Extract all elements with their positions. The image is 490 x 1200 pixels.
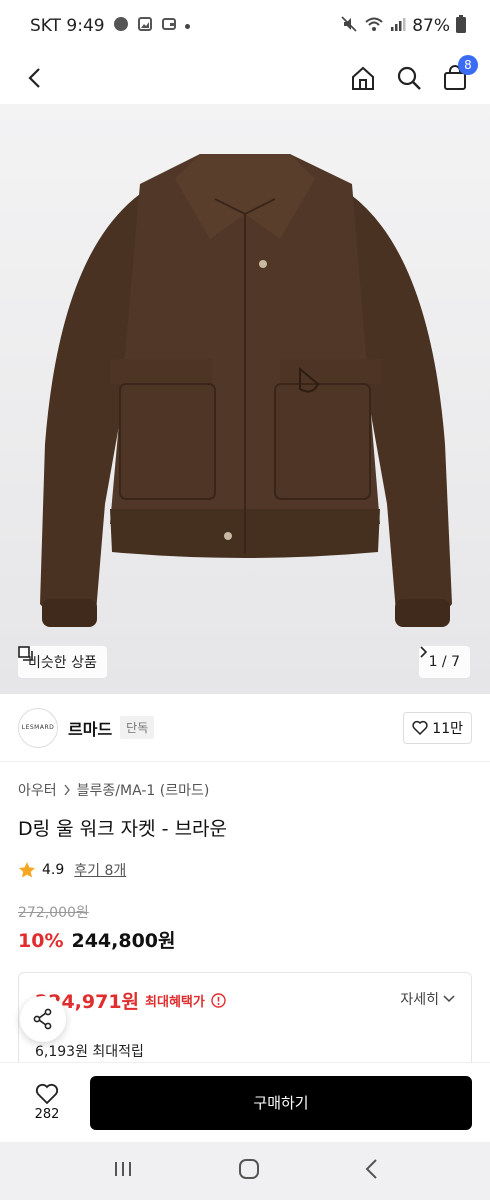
app-header: 8 bbox=[0, 52, 490, 104]
search-icon bbox=[397, 66, 421, 90]
bottom-action-bar: 282 구매하기 bbox=[0, 1062, 490, 1142]
benefit-detail-label: 자세히 bbox=[400, 992, 439, 1008]
share-icon bbox=[33, 1008, 52, 1030]
breadcrumb-subcategory[interactable]: 블루종/MA-1 (르마드) bbox=[77, 780, 210, 800]
original-price: 272,000원 bbox=[18, 905, 89, 921]
home-nav-button[interactable] bbox=[238, 1158, 260, 1184]
similar-products-icon bbox=[18, 646, 33, 661]
talk-notification-icon bbox=[113, 16, 129, 37]
signal-icon bbox=[390, 16, 406, 37]
exclusive-badge: 단독 bbox=[120, 716, 155, 739]
jacket-product-image bbox=[40, 154, 452, 627]
wishlist-count: 282 bbox=[34, 1107, 60, 1122]
breadcrumb: 아우터 블루종/MA-1 (르마드) bbox=[18, 780, 209, 800]
image-pager-label: 1 / 7 bbox=[428, 654, 460, 670]
heart-icon bbox=[412, 720, 428, 735]
mute-icon bbox=[340, 15, 358, 38]
brand-logo-text: LESMARD bbox=[21, 724, 55, 731]
home-button[interactable] bbox=[348, 63, 378, 93]
wifi-icon bbox=[364, 15, 384, 38]
home-circle-icon bbox=[239, 1159, 259, 1179]
chevron-right-icon bbox=[419, 646, 427, 658]
cart-button[interactable]: 8 bbox=[440, 55, 478, 93]
system-navigation-bar bbox=[0, 1142, 490, 1200]
wallet-notification-icon bbox=[161, 16, 177, 37]
more-notifications-icon bbox=[184, 23, 190, 29]
discount-rate: 10% bbox=[18, 930, 64, 952]
back-button[interactable] bbox=[20, 64, 48, 92]
wishlist-button[interactable]: 282 bbox=[18, 1083, 76, 1122]
brand-name[interactable]: 르마드 bbox=[68, 716, 112, 740]
battery-level: 87% bbox=[412, 16, 450, 36]
recent-apps-button[interactable] bbox=[112, 1159, 134, 1183]
benefit-detail-toggle[interactable]: 자세히 bbox=[400, 989, 455, 1009]
share-button[interactable] bbox=[20, 996, 66, 1042]
battery-icon bbox=[456, 14, 466, 38]
back-arrow-icon bbox=[365, 1159, 377, 1179]
info-icon[interactable] bbox=[211, 993, 226, 1008]
brand-like-count: 11만 bbox=[432, 720, 463, 737]
status-time: SKT 9:49 bbox=[30, 16, 105, 36]
product-image-gallery[interactable]: 비슷한 상품 1 / 7 bbox=[0, 104, 490, 694]
image-pager[interactable]: 1 / 7 bbox=[418, 646, 470, 678]
product-title: D링 울 워크 자켓 - 브라운 bbox=[18, 818, 228, 840]
recent-apps-icon bbox=[115, 1162, 131, 1176]
cart-count-badge: 8 bbox=[458, 55, 478, 75]
back-nav-button[interactable] bbox=[364, 1158, 378, 1184]
search-button[interactable] bbox=[394, 63, 424, 93]
similar-products-label: 비슷한 상품 bbox=[28, 655, 97, 671]
star-icon bbox=[19, 862, 35, 878]
price-row: 10% 244,800원 bbox=[18, 926, 176, 953]
max-benefit-label: 최대혜택가 bbox=[145, 995, 205, 1010]
chevron-right-icon bbox=[64, 784, 70, 796]
similar-products-button[interactable]: 비슷한 상품 bbox=[18, 646, 107, 678]
status-bar: SKT 9:49 87% bbox=[0, 0, 490, 52]
heart-icon bbox=[35, 1083, 59, 1105]
review-link[interactable]: 후기 8개 bbox=[74, 860, 126, 880]
buy-button[interactable]: 구매하기 bbox=[90, 1075, 472, 1130]
breadcrumb-category[interactable]: 아우터 bbox=[18, 780, 57, 800]
chevron-down-icon bbox=[443, 995, 455, 1003]
home-icon bbox=[352, 66, 374, 90]
gallery-notification-icon bbox=[137, 16, 153, 37]
rating-row: 4.9 후기 8개 bbox=[18, 860, 126, 880]
sale-price: 244,800원 bbox=[71, 930, 176, 952]
brand-logo[interactable]: LESMARD bbox=[18, 707, 58, 748]
brand-like-button[interactable]: 11만 bbox=[403, 711, 472, 744]
chevron-left-icon bbox=[28, 68, 40, 88]
max-points: 6,193원 최대적립 bbox=[35, 1044, 144, 1060]
brand-row: LESMARD 르마드 단독 11만 bbox=[0, 694, 490, 762]
rating-value: 4.9 bbox=[42, 862, 65, 878]
